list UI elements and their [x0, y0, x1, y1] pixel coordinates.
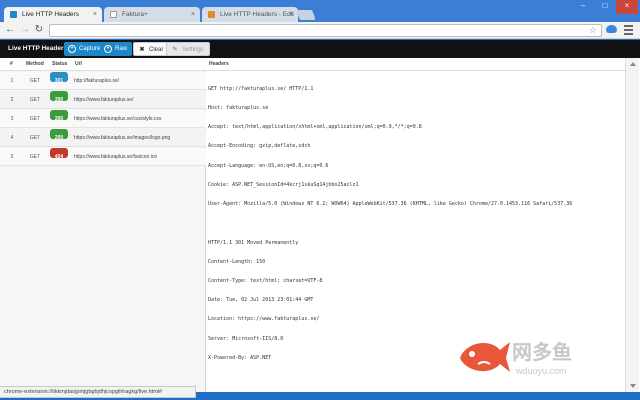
- table-row[interactable]: 3 GET 200 https://www.fakturaplus.se/css…: [0, 110, 206, 128]
- raw-label: Raw: [115, 46, 128, 52]
- row-number: 4: [10, 135, 14, 141]
- chrome-menu-icon[interactable]: [624, 25, 633, 35]
- page-favicon-icon: [110, 11, 117, 18]
- response-header-line: Content-Type: text/html; charset=UTF-8: [208, 277, 323, 284]
- clear-label: Clear: [149, 47, 164, 53]
- minimize-button[interactable]: –: [572, 0, 594, 14]
- row-url: https://www.fakturaplus.se/: [74, 97, 134, 103]
- address-bar[interactable]: ☆: [49, 24, 602, 37]
- browser-toolbar: ← → ↻ ☆: [0, 22, 640, 39]
- row-number: 2: [10, 97, 14, 103]
- request-header-line: Cookie: ASP.NET_SessionId=4kcrj1skuSq14j…: [208, 181, 359, 188]
- row-method: GET: [29, 135, 41, 141]
- raw-button[interactable]: • Raw: [100, 42, 133, 56]
- app-title: Live HTTP Headers: [8, 45, 68, 52]
- clear-x-icon: ✖: [139, 47, 145, 53]
- reload-icon[interactable]: ↻: [33, 24, 45, 36]
- settings-button[interactable]: ✎ Settings: [166, 42, 210, 56]
- row-method: GET: [29, 116, 41, 122]
- raw-headers-text[interactable]: GET http://fakturaplus.se/ HTTP/1.1 Host…: [208, 73, 632, 374]
- table-row[interactable]: 5 GET 404 https://www.fakturaplus.se/fav…: [0, 148, 206, 166]
- response-header-line: HTTP/1.1 301 Moved Permanently: [208, 239, 299, 246]
- row-url: https://www.fakturaplus.se/favicon.ico: [74, 154, 158, 160]
- live-http-headers-favicon-icon: [10, 11, 17, 18]
- window-close-button[interactable]: ×: [616, 0, 638, 14]
- col-method: Method: [26, 61, 44, 67]
- fish-logo-icon: [460, 342, 510, 372]
- tab-faktura[interactable]: Faktura+ ×: [104, 7, 200, 22]
- request-header-line: Accept-Language: en-US,en;q=0.8,sv;q=0.6: [208, 162, 329, 169]
- table-header: # Method Status Url: [0, 58, 206, 71]
- status-badge: 301: [50, 72, 68, 84]
- row-method: GET: [29, 78, 41, 84]
- col-url: Url: [75, 61, 82, 67]
- row-url: https://www.fakturaplus.se/css/style.css: [74, 116, 162, 122]
- table-row[interactable]: 1 GET 301 http://fakturaplus.se/: [0, 72, 206, 90]
- new-tab-button[interactable]: [296, 10, 316, 20]
- request-header-line: Host: fakturaplus.se: [208, 105, 269, 112]
- raw-icon: •: [104, 45, 112, 53]
- response-header-line: Location: https://www.fakturaplus.se/: [208, 316, 320, 323]
- col-status: Status: [52, 61, 68, 67]
- status-badge: 404: [50, 148, 68, 160]
- request-header-line: Accept: text/html,application/xhtml+xml,…: [208, 124, 422, 131]
- table-row[interactable]: 2 GET 200 https://www.fakturaplus.se/: [0, 91, 206, 109]
- response-header-line: Content-Length: 150: [208, 258, 266, 265]
- row-number: 3: [10, 116, 14, 122]
- col-num: #: [10, 61, 13, 67]
- capture-label: Capture: [79, 46, 101, 52]
- status-badge: 200: [50, 129, 68, 141]
- tab-live-http-headers[interactable]: Live HTTP Headers ×: [4, 7, 102, 22]
- row-url: https://www.fakturaplus.se/images/logo.p…: [74, 135, 171, 141]
- status-bar: chrome-extension://iikkmjdaojpmjgbgbjdhj…: [0, 386, 196, 398]
- close-tab-icon[interactable]: ×: [191, 7, 195, 22]
- close-tab-icon[interactable]: ×: [93, 7, 97, 22]
- request-header-line: User-Agent: Mozilla/5.0 (Windows NT 6.2;…: [208, 201, 573, 208]
- watermark-url: wduoyu.com: [516, 366, 567, 376]
- edit-favicon-icon: [208, 11, 215, 18]
- settings-label: Settings: [182, 47, 204, 53]
- tab-title: Faktura+: [122, 11, 148, 18]
- cloud-extension-icon[interactable]: [606, 25, 617, 33]
- row-method: GET: [29, 154, 41, 160]
- clear-button[interactable]: ✖ Clear: [133, 42, 170, 56]
- status-badge: 200: [50, 110, 68, 122]
- status-badge: 200: [50, 91, 68, 103]
- tab-title: Live HTTP Headers: [22, 11, 79, 18]
- maximize-button[interactable]: □: [594, 0, 616, 14]
- bookmark-star-icon[interactable]: ☆: [589, 25, 597, 36]
- row-url: http://fakturaplus.se/: [74, 78, 120, 84]
- tab-strip: Live HTTP Headers × Faktura+ × Live HTTP…: [0, 0, 640, 22]
- back-arrow-icon[interactable]: ←: [4, 24, 16, 36]
- response-header-line: Date: Tue, 02 Jul 2013 23:01:44 GMT: [208, 297, 314, 304]
- table-row[interactable]: 4 GET 200 https://www.fakturaplus.se/ima…: [0, 129, 206, 147]
- wrench-icon: ✎: [172, 47, 178, 53]
- forward-arrow-icon[interactable]: →: [19, 24, 31, 36]
- watermark: 网多鱼 wduoyu.com: [454, 330, 634, 386]
- request-list: # Method Status Url 1 GET 301 http://fak…: [0, 58, 206, 392]
- row-method: GET: [29, 97, 41, 103]
- close-tab-icon[interactable]: ×: [289, 7, 293, 22]
- request-header-line: GET http://fakturaplus.se/ HTTP/1.1: [208, 85, 314, 92]
- scroll-up-arrow-icon[interactable]: [630, 62, 636, 66]
- row-number: 5: [10, 154, 14, 160]
- tab-title: Live HTTP Headers - Edit: [220, 11, 294, 18]
- headers-title: Headers: [207, 58, 633, 71]
- tab-live-http-headers-edit[interactable]: Live HTTP Headers - Edit ×: [202, 7, 298, 22]
- watermark-chinese-text: 网多鱼: [512, 340, 572, 364]
- request-header-line: Accept-Encoding: gzip,deflate,sdch: [208, 143, 311, 150]
- capture-icon: •: [68, 45, 76, 53]
- row-number: 1: [10, 78, 14, 84]
- app-header: Live HTTP Headers • Capture • Raw ✖ Clea…: [0, 40, 640, 58]
